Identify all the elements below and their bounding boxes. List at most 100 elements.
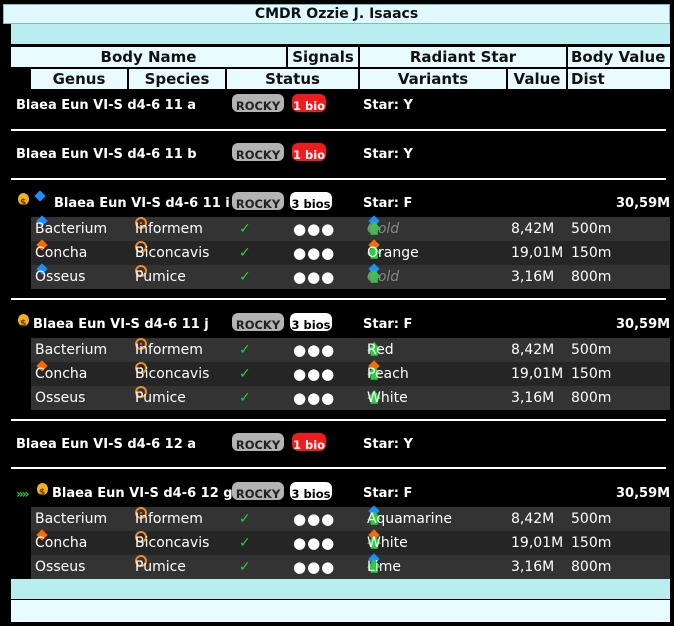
genus-name: Concha [35,535,88,551]
status-check-icon: ✓ [239,342,251,358]
radiant-star: Star: Y [363,147,413,162]
chevrons-icon: »» [16,487,29,501]
body-row[interactable]: Blaea Eun VI-S d4-6 12 a ROCKY 1 bio Sta… [0,433,674,457]
species-row[interactable]: Bacterium Informem ✓ ●●● ✓ 🡅 Aquamarine 8,… [31,505,670,531]
body-value: 30,59M [616,317,671,332]
variant-name: Aquamarine [367,511,453,527]
body-row[interactable]: Blaea Eun VI-S d4-6 11 j ROCKY 3 bios St… [0,312,674,337]
progress-dots: ●●● [293,244,336,262]
genus-name: Osseus [35,269,86,285]
progress-dots: ●●● [293,389,336,407]
status-check-icon: ✓ [239,269,251,285]
bio-overlay-window: CMDR Ozzie J. Isaacs Body Name Signals R… [0,0,674,626]
variant-name: Peach [367,366,409,382]
body-row[interactable]: Blaea Eun VI-S d4-6 11 a ROCKY 1 bio Sta… [0,94,674,118]
genus-name: Osseus [35,390,86,406]
species-dist: 150m [571,535,612,551]
header-value: Value [508,69,568,90]
header-body-name: Body Name [11,47,288,68]
variant-name: Orange [367,245,419,261]
header-radiant-star: Radiant Star [360,47,568,68]
status-check-icon: ✓ [239,559,251,575]
species-name: Informem [135,511,203,527]
rocky-tag: ROCKY [232,313,284,332]
species-dist: 800m [571,559,612,575]
header-genus: Genus [31,69,129,90]
footer-band [11,579,670,599]
species-value: 3,16M [511,390,555,406]
variant-name: Gold [367,269,400,285]
bio-count-tag: 1 bio [292,143,326,162]
rocky-tag: ROCKY [232,94,284,113]
body-name: Blaea Eun VI-S d4-6 11 j [33,317,209,332]
genus-name: Concha [35,366,88,382]
species-value: 8,42M [511,511,555,527]
species-name: Biconcavis [135,366,210,382]
progress-dots: ●●● [293,365,336,383]
species-row[interactable]: Osseus Pumice ✓ ●●● ✓ 🡅 White 3,16M 800m [31,386,670,410]
species-value: 19,01M [511,366,564,382]
species-row[interactable]: Osseus Pumice ✓ ●●● ✓ 🡅 Lime 3,16M 800m [31,553,670,579]
rocky-tag: ROCKY [232,143,284,162]
species-dist: 800m [571,390,612,406]
body-name: Blaea Eun VI-S d4-6 11 b [16,147,197,162]
variant-name: White [367,390,408,406]
species-dist: 500m [571,342,612,358]
species-row[interactable]: Bacterium Informem ✓ ●●● ✓ 🡅 Red 8,42M 500… [31,338,670,362]
species-row[interactable]: Concha Biconcavis ✓ ●●● ✓ 🡅 Orange 19,01M… [31,239,670,265]
row-separator [11,298,666,300]
progress-dots: ●●● [293,268,336,286]
species-name: Biconcavis [135,245,210,261]
species-row[interactable]: Concha Biconcavis ✓ ●●● ✓ 🡅 Peach 19,01M 1… [31,360,670,386]
status-check-icon: ✓ [239,390,251,406]
body-name: Blaea Eun VI-S d4-6 11 i [54,196,230,211]
species-name: Informem [135,342,203,358]
genus-name: Bacterium [35,342,108,358]
species-dist: 800m [571,269,612,285]
body-name: Blaea Eun VI-S d4-6 12 g [52,486,233,501]
body-row[interactable]: »» Blaea Eun VI-S d4-6 12 g ROCKY 3 bios… [0,481,674,506]
species-value: 3,16M [511,269,555,285]
progress-dots: ●●● [293,220,336,238]
variant-name: Gold [367,221,400,237]
species-dist: 150m [571,366,612,382]
species-row[interactable]: Concha Biconcavis ✓ ●●● ✓ 🡅 White 19,01M 1… [31,529,670,555]
header-status: Status [227,69,360,90]
variant-name: Red [367,342,394,358]
rocky-tag: ROCKY [232,482,284,501]
body-row[interactable]: Blaea Eun VI-S d4-6 11 b ROCKY 1 bio Sta… [0,143,674,167]
radiant-star: Star: F [363,486,413,501]
bio-count-tag: 1 bio [292,433,326,452]
species-row[interactable]: Osseus Pumice ✓ ●●● ✕ 🡅 Gold 3,16M 800m [31,263,670,289]
progress-dots: ●●● [293,510,336,528]
row-separator [11,419,666,421]
genus-name: Osseus [35,559,86,575]
bio-count-tag: 3 bios [290,482,332,501]
body-row[interactable]: Blaea Eun VI-S d4-6 11 i ROCKY 3 bios St… [0,190,674,216]
body-name: Blaea Eun VI-S d4-6 11 a [16,98,197,113]
species-row[interactable]: Bacterium Informem ✓ ●●● ✕ 🡅 Gold 8,42M 5… [31,215,670,241]
status-check-icon: ✓ [239,535,251,551]
body-name: Blaea Eun VI-S d4-6 12 a [16,437,197,452]
radiant-star: Star: Y [363,98,413,113]
commander-title: CMDR Ozzie J. Isaacs [3,4,670,24]
status-check-icon: ✓ [239,511,251,527]
species-value: 19,01M [511,535,564,551]
body-value: 30,59M [616,486,671,501]
progress-dots: ●●● [293,534,336,552]
genus-name: Bacterium [35,511,108,527]
bio-count-tag: 3 bios [290,313,332,332]
row-separator [11,129,666,131]
bio-count-tag: 1 bio [292,94,326,113]
species-value: 19,01M [511,245,564,261]
header-species: Species [129,69,227,90]
row-separator [11,178,666,180]
bio-count-tag: 3 bios [290,192,332,211]
progress-dots: ●●● [293,558,336,576]
header-band-top [11,24,670,44]
species-name: Pumice [135,269,186,285]
status-check-icon: ✓ [239,366,251,382]
species-name: Pumice [135,559,186,575]
rocky-tag: ROCKY [232,192,284,211]
status-check-icon: ✓ [239,221,251,237]
